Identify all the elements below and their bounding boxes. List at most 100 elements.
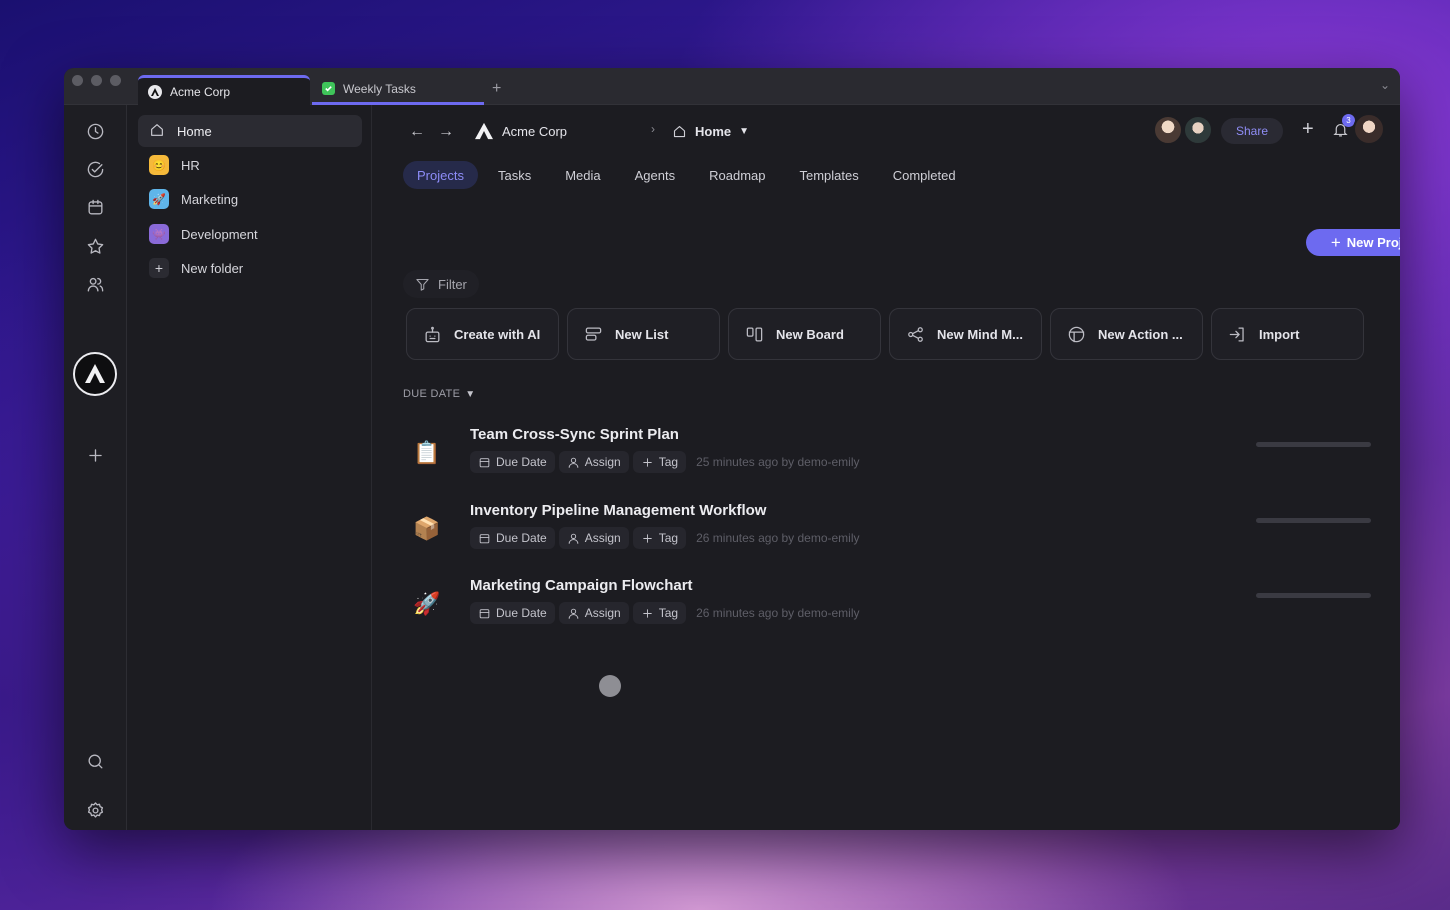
tab-tasks[interactable]: Tasks — [484, 161, 545, 189]
action-label: New Board — [776, 326, 844, 342]
mouse-cursor — [599, 675, 621, 697]
clipboard-icon: 📋 — [413, 440, 441, 465]
clock-icon[interactable] — [85, 121, 105, 141]
breadcrumb-page[interactable]: Home ▼ — [672, 121, 749, 141]
filter-button[interactable]: Filter — [403, 270, 479, 298]
tab-agents[interactable]: Agents — [621, 161, 689, 189]
assign-chip[interactable]: Assign — [558, 527, 629, 549]
avatar[interactable] — [1183, 115, 1213, 145]
sidebar-item-home[interactable]: Home — [138, 115, 362, 147]
new-list-button[interactable]: New List — [567, 308, 720, 360]
forward-arrow-icon[interactable]: → — [438, 123, 454, 141]
new-action-table-button[interactable]: New Action ... — [1050, 308, 1203, 360]
home-icon — [673, 125, 686, 137]
due-date-chip[interactable]: Due Date — [470, 602, 555, 624]
add-icon[interactable]: + — [1302, 118, 1314, 141]
tab-completed[interactable]: Completed — [879, 161, 970, 189]
sidebar-item-new-folder[interactable]: + New folder — [138, 252, 362, 284]
action-label: New Action ... — [1098, 326, 1183, 342]
project-row[interactable]: 🚀 Marketing Campaign Flowchart Due Date … — [403, 575, 1373, 637]
import-button[interactable]: Import — [1211, 308, 1364, 360]
board-icon — [746, 327, 763, 341]
chip-label: Assign — [584, 455, 621, 469]
check-circle-icon[interactable] — [85, 159, 105, 179]
project-meta: 26 minutes ago by demo-emily — [696, 606, 860, 620]
calendar-icon[interactable] — [85, 197, 105, 217]
gear-icon[interactable] — [85, 800, 105, 820]
project-row[interactable]: 📦 Inventory Pipeline Management Workflow… — [403, 500, 1373, 562]
sidebar-item-development[interactable]: 👾 Development — [138, 218, 362, 250]
due-date-chip[interactable]: Due Date — [470, 451, 555, 473]
calendar-icon — [479, 608, 490, 618]
chip-label: Due Date — [496, 606, 547, 620]
new-tab-button[interactable]: + — [492, 80, 501, 98]
package-icon: 📦 — [413, 516, 441, 541]
notifications-button[interactable]: 3 — [1332, 114, 1355, 143]
sidebar: Home 😊 HR 🚀 Marketing 👾 Development + Ne… — [127, 105, 372, 830]
tab-label: Acme Corp — [170, 84, 231, 99]
create-actions: Create with AI New List New Board New Mi… — [406, 308, 1364, 360]
action-label: Import — [1259, 326, 1300, 342]
share-button[interactable]: Share — [1221, 118, 1283, 144]
maximize-window-button[interactable] — [110, 75, 121, 86]
minimize-window-button[interactable] — [91, 75, 102, 86]
close-window-button[interactable] — [72, 75, 83, 86]
avatar[interactable] — [1153, 115, 1183, 145]
search-icon[interactable] — [85, 751, 105, 771]
workspace-acme-logo[interactable] — [73, 352, 117, 396]
calendar-icon — [479, 457, 490, 467]
user-avatar[interactable] — [1353, 113, 1385, 145]
tag-chip[interactable]: Tag — [632, 527, 687, 549]
tab-projects[interactable]: Projects — [403, 161, 478, 189]
tab-roadmap[interactable]: Roadmap — [695, 161, 779, 189]
tab-weekly-tasks[interactable]: Weekly Tasks — [312, 75, 484, 105]
new-project-button[interactable]: + New Project — [1306, 229, 1400, 256]
tab-templates[interactable]: Templates — [785, 161, 872, 189]
project-title[interactable]: Inventory Pipeline Management Workflow — [470, 502, 766, 519]
project-title[interactable]: Team Cross-Sync Sprint Plan — [470, 426, 679, 443]
tab-acme-corp[interactable]: Acme Corp — [138, 75, 310, 105]
back-arrow-icon[interactable]: ← — [409, 123, 425, 141]
chip-label: Assign — [584, 606, 621, 620]
sidebar-item-label: HR — [181, 157, 200, 173]
project-meta: 25 minutes ago by demo-emily — [696, 455, 860, 469]
mind-map-icon — [908, 326, 923, 342]
tab-media[interactable]: Media — [551, 161, 614, 189]
tag-chip[interactable]: Tag — [632, 451, 687, 473]
acme-logo-icon — [148, 84, 162, 99]
create-with-ai-button[interactable]: Create with AI — [406, 308, 559, 360]
plus-icon — [642, 608, 652, 618]
chip-label: Tag — [658, 606, 679, 620]
title-bar: Acme Corp Weekly Tasks + ⌄ — [64, 68, 1400, 105]
plus-icon: + — [149, 258, 169, 278]
calendar-icon — [479, 533, 490, 543]
assign-chip[interactable]: Assign — [558, 602, 629, 624]
add-workspace-icon[interactable] — [85, 445, 105, 465]
plus-icon — [642, 533, 652, 543]
sidebar-item-marketing[interactable]: 🚀 Marketing — [138, 183, 362, 215]
chevron-down-icon[interactable]: ⌄ — [1380, 78, 1390, 92]
project-row[interactable]: 📋 Team Cross-Sync Sprint Plan Due Date A… — [403, 424, 1373, 486]
assign-chip[interactable]: Assign — [558, 451, 629, 473]
user-icon — [568, 457, 578, 468]
new-project-label: New Project — [1346, 235, 1400, 250]
users-icon[interactable] — [85, 274, 105, 294]
tag-chip[interactable]: Tag — [632, 602, 687, 624]
new-board-button[interactable]: New Board — [728, 308, 881, 360]
project-tabs: Projects Tasks Media Agents Roadmap Temp… — [403, 160, 970, 190]
sidebar-item-hr[interactable]: 😊 HR — [138, 149, 362, 181]
breadcrumb-page-label: Home — [695, 123, 732, 139]
chevron-down-icon: ▼ — [465, 388, 476, 400]
star-icon[interactable] — [85, 236, 105, 256]
import-icon — [1229, 327, 1244, 341]
group-header-due-date[interactable]: DUE DATE ▼ — [403, 388, 475, 400]
app-window: Acme Corp Weekly Tasks + ⌄ Home 😊 HR 🚀 M… — [64, 68, 1400, 830]
progress-bar — [1256, 593, 1371, 598]
chip-label: Tag — [658, 455, 679, 469]
breadcrumb-workspace[interactable]: Acme Corp — [474, 121, 567, 141]
new-mind-map-button[interactable]: New Mind M... — [889, 308, 1042, 360]
marketing-emoji-icon: 🚀 — [149, 189, 169, 209]
action-label: Create with AI — [454, 326, 541, 342]
project-title[interactable]: Marketing Campaign Flowchart — [470, 577, 693, 594]
due-date-chip[interactable]: Due Date — [470, 527, 555, 549]
